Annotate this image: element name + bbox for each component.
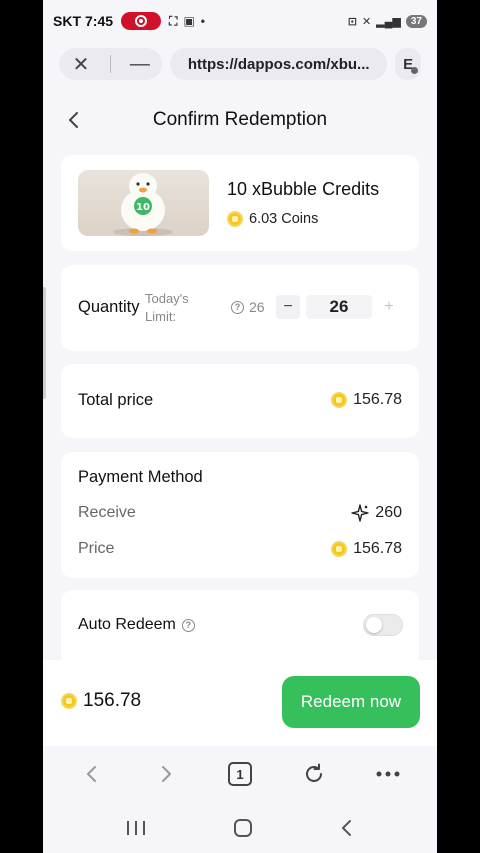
url-field[interactable]: https://dappos.com/xbu... (169, 48, 388, 80)
product-price-text: 6.03 Coins (249, 211, 319, 227)
signal-icon: ▂▄▆ (376, 15, 401, 28)
auto-redeem-label: Auto Redeem (78, 616, 176, 633)
browser-navigation-bar: 1 (43, 746, 437, 802)
screen-recording-indicator (121, 12, 162, 30)
total-price-amount: 156.78 (353, 391, 402, 408)
dot-icon: • (200, 14, 205, 28)
daily-limit-number: 26 (249, 299, 265, 315)
reload-button[interactable] (294, 754, 334, 794)
time-label: 7:45 (85, 13, 114, 29)
browser-back-button[interactable] (72, 754, 112, 794)
checkout-footer: 156.78 Redeem now (43, 660, 437, 746)
quantity-label: Quantity (78, 298, 140, 316)
browser-controls: ✕ — (59, 48, 162, 80)
system-back-icon[interactable] (339, 817, 355, 839)
mute-icon: ✕ (361, 15, 372, 28)
more-options-button[interactable] (368, 754, 408, 794)
more-icon (376, 771, 400, 777)
tab-count: 1 (228, 762, 252, 786)
footer-total: 156.78 (61, 690, 141, 712)
product-name: 10 xBubble Credits (227, 179, 380, 199)
coin-icon (331, 541, 348, 557)
auto-redeem-toggle[interactable] (363, 614, 403, 636)
product-image: 10 (78, 170, 209, 236)
close-icon[interactable]: ✕ (69, 52, 93, 77)
screenshot-icon: ▣ (183, 14, 195, 28)
daily-limit-label: Today's Limit: (145, 291, 189, 324)
help-icon[interactable]: ? (181, 618, 195, 632)
product-image-badge: 10 (136, 202, 150, 213)
back-icon (87, 766, 96, 782)
footer-total-amount: 156.78 (83, 690, 142, 711)
sparkle-icon (351, 504, 369, 522)
status-icons-right: ⊡ ✕ ▂▄▆ 37 (347, 14, 427, 28)
edge-panel-handle[interactable] (43, 287, 46, 399)
cast-icon: ⊡ (347, 15, 357, 28)
quantity-decrease-button[interactable]: − (276, 295, 300, 319)
help-icon[interactable]: ? (231, 300, 244, 314)
total-price-label: Total price (78, 391, 154, 409)
browser-url-bar: ✕ — https://dappos.com/xbu... E (43, 42, 437, 86)
reload-icon (306, 763, 322, 782)
price-amount: 156.78 (353, 540, 402, 557)
page-title: Confirm Redemption (152, 109, 328, 130)
record-icon (135, 15, 148, 27)
back-arrow-icon[interactable] (65, 108, 83, 132)
coin-icon (331, 392, 348, 408)
quantity-input[interactable]: 26 (306, 295, 372, 319)
battery-icon: 37 (405, 14, 427, 28)
status-bar: SKT 7:45 ⛶ ▣ • ⊡ ✕ ▂▄▆ 37 (43, 0, 437, 42)
home-icon[interactable] (232, 817, 254, 839)
quantity-increase-button[interactable]: + (377, 295, 401, 319)
scan-icon: ⛶ (169, 13, 178, 28)
product-price: 6.03 Coins (227, 211, 318, 227)
receive-label: Receive (78, 504, 136, 521)
price-label: Price (78, 540, 115, 557)
total-price-value: 156.78 (331, 391, 402, 409)
browser-forward-button[interactable] (146, 754, 186, 794)
coin-icon (61, 693, 77, 709)
forward-icon (162, 766, 171, 782)
quantity-card: Quantity Today's Limit: ? 26 − 26 + (61, 265, 419, 351)
price-value: 156.78 (331, 540, 402, 558)
system-navigation-bar (43, 802, 437, 853)
coin-icon (227, 211, 243, 227)
account-button[interactable]: E (395, 48, 421, 80)
total-price-card: Total price 156.78 (61, 364, 419, 438)
minimize-icon[interactable]: — (128, 53, 152, 76)
divider (109, 55, 111, 73)
page-header: Confirm Redemption (43, 100, 437, 140)
payment-method-title: Payment Method (78, 468, 203, 486)
status-icons-left: ⛶ ▣ • (169, 14, 205, 29)
recent-apps-icon[interactable] (125, 819, 147, 837)
auto-redeem-row: Auto Redeem ? (78, 616, 195, 634)
daily-limit-value: ? 26 (231, 299, 265, 315)
tabs-button[interactable]: 1 (220, 754, 260, 794)
receive-amount: 260 (375, 504, 402, 521)
phone-screen: SKT 7:45 ⛶ ▣ • ⊡ ✕ ▂▄▆ 37 ✕ — https://da… (43, 0, 437, 853)
carrier-label: SKT (53, 13, 81, 29)
redeem-now-button[interactable]: Redeem now (282, 676, 420, 728)
payment-method-card: Payment Method Receive 260 Price 156.78 (61, 452, 419, 578)
receive-value: 260 (351, 504, 402, 522)
duck-mascot-icon: 10 (113, 173, 173, 236)
product-card: 10 10 xBubble Credits 6.03 Coins (61, 155, 419, 251)
